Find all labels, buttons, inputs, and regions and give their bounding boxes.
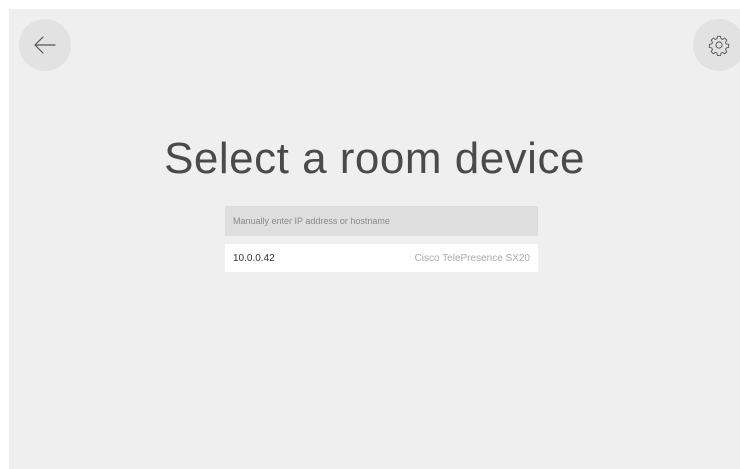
device-list: 10.0.0.42 Cisco TelePresence SX20 xyxy=(225,244,538,272)
hostname-input[interactable] xyxy=(225,206,538,236)
device-ip: 10.0.0.42 xyxy=(233,252,275,264)
settings-button[interactable] xyxy=(693,19,740,71)
app-screen: Select a room device 10.0.0.42 Cisco Tel… xyxy=(9,9,740,469)
arrow-left-icon xyxy=(33,33,57,57)
device-model: Cisco TelePresence SX20 xyxy=(414,252,530,264)
back-button[interactable] xyxy=(19,19,71,71)
device-list-item[interactable]: 10.0.0.42 Cisco TelePresence SX20 xyxy=(225,244,538,272)
gear-icon xyxy=(708,34,730,56)
page-title: Select a room device xyxy=(164,134,585,183)
